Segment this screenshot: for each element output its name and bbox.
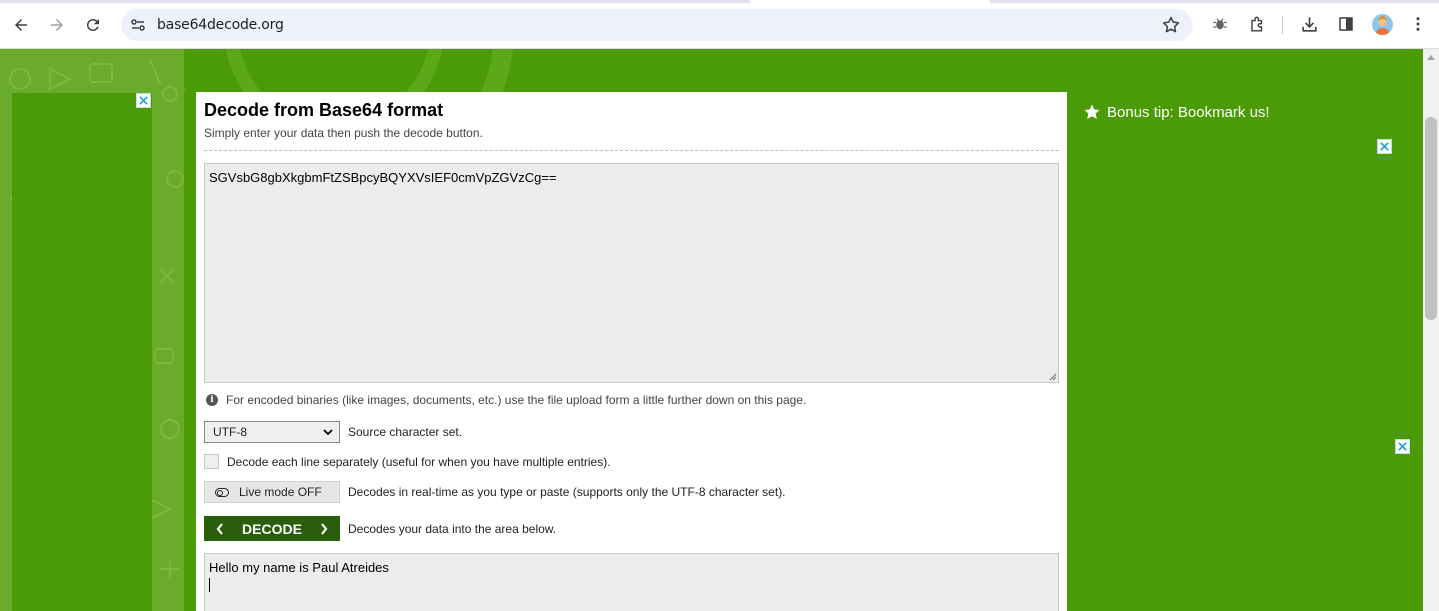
extension-bug-icon[interactable] bbox=[1210, 14, 1230, 34]
toolbar-divider bbox=[1282, 16, 1283, 34]
decoded-output-textarea[interactable]: Hello my name is Paul Atreides bbox=[204, 553, 1059, 611]
tab-strip bbox=[0, 0, 1439, 3]
line-by-line-checkbox[interactable] bbox=[204, 454, 219, 469]
decode-button[interactable]: DECODE bbox=[204, 516, 340, 541]
decode-button-label: DECODE bbox=[242, 520, 302, 537]
url-text: base64decode.org bbox=[157, 17, 284, 33]
site-info-icon[interactable] bbox=[130, 17, 146, 33]
decode-label: Decodes your data into the area below. bbox=[348, 521, 557, 536]
forward-arrow-icon[interactable] bbox=[44, 12, 70, 38]
info-text: For encoded binaries (like images, docum… bbox=[226, 393, 807, 407]
reload-icon[interactable] bbox=[80, 12, 106, 38]
star-icon bbox=[1084, 104, 1100, 119]
ad-close-icon[interactable] bbox=[1377, 139, 1392, 154]
browser-toolbar: base64decode.org bbox=[0, 0, 1439, 49]
line-by-line-row: Decode each line separately (useful for … bbox=[204, 454, 611, 469]
charset-row: UTF-8 Source character set. bbox=[204, 421, 462, 443]
bookmark-star-icon[interactable] bbox=[1161, 15, 1181, 35]
ad-close-icon[interactable] bbox=[1395, 439, 1410, 454]
extensions-puzzle-icon[interactable] bbox=[1247, 14, 1267, 34]
ad-close-icon[interactable] bbox=[136, 93, 151, 108]
line-by-line-label[interactable]: Decode each line separately (useful for … bbox=[227, 455, 611, 469]
right-sidebar bbox=[1067, 49, 1423, 611]
more-menu-icon[interactable] bbox=[1408, 14, 1428, 34]
bonus-tip-text: Bonus tip: Bookmark us! bbox=[1107, 103, 1270, 121]
address-bar[interactable]: base64decode.org bbox=[121, 9, 1193, 41]
encoded-input-textarea[interactable]: SGVsbG8gbXkgbmFtZSBpcyBQYXVsIEF0cmVpZGVz… bbox=[204, 163, 1059, 383]
charset-selected: UTF-8 bbox=[213, 425, 247, 439]
header-band bbox=[184, 49, 1067, 92]
info-icon: i bbox=[206, 394, 218, 406]
scroll-up-icon[interactable] bbox=[1427, 55, 1435, 60]
left-ad-slot bbox=[12, 93, 152, 611]
side-panel-icon[interactable] bbox=[1336, 14, 1356, 34]
binary-info-note: i For encoded binaries (like images, doc… bbox=[206, 393, 806, 407]
toggle-icon bbox=[215, 487, 229, 497]
live-mode-row: Live mode OFF Decodes in real-time as yo… bbox=[204, 481, 786, 503]
charset-select[interactable]: UTF-8 bbox=[204, 421, 340, 443]
divider bbox=[204, 150, 1059, 151]
page-subtitle: Simply enter your data then push the dec… bbox=[204, 126, 483, 140]
profile-avatar[interactable] bbox=[1372, 14, 1393, 35]
page-title: Decode from Base64 format bbox=[204, 100, 444, 120]
chevron-down-icon bbox=[323, 428, 333, 435]
live-mode-button-label: Live mode OFF bbox=[239, 485, 322, 499]
bonus-tip: Bonus tip: Bookmark us! bbox=[1083, 103, 1270, 121]
decoder-panel: Decode from Base64 format Simply enter y… bbox=[196, 92, 1067, 611]
download-icon[interactable] bbox=[1299, 14, 1319, 34]
text-caret bbox=[209, 578, 210, 592]
back-arrow-icon[interactable] bbox=[8, 12, 34, 38]
chevron-left-icon bbox=[216, 522, 223, 535]
charset-label: Source character set. bbox=[348, 425, 463, 439]
decode-row: DECODE Decodes your data into the area b… bbox=[204, 516, 556, 541]
scrollbar-thumb[interactable] bbox=[1425, 117, 1437, 320]
encoded-input-value: SGVsbG8gbXkgbmFtZSBpcyBQYXVsIEF0cmVpZGVz… bbox=[209, 170, 557, 185]
chevron-right-icon bbox=[321, 522, 328, 535]
resize-handle-icon[interactable] bbox=[1048, 372, 1057, 381]
live-mode-button[interactable]: Live mode OFF bbox=[204, 481, 340, 503]
decoded-output-value: Hello my name is Paul Atreides bbox=[209, 560, 389, 575]
live-mode-label: Decodes in real-time as you type or past… bbox=[348, 485, 786, 499]
page-scrollbar[interactable] bbox=[1423, 49, 1439, 611]
